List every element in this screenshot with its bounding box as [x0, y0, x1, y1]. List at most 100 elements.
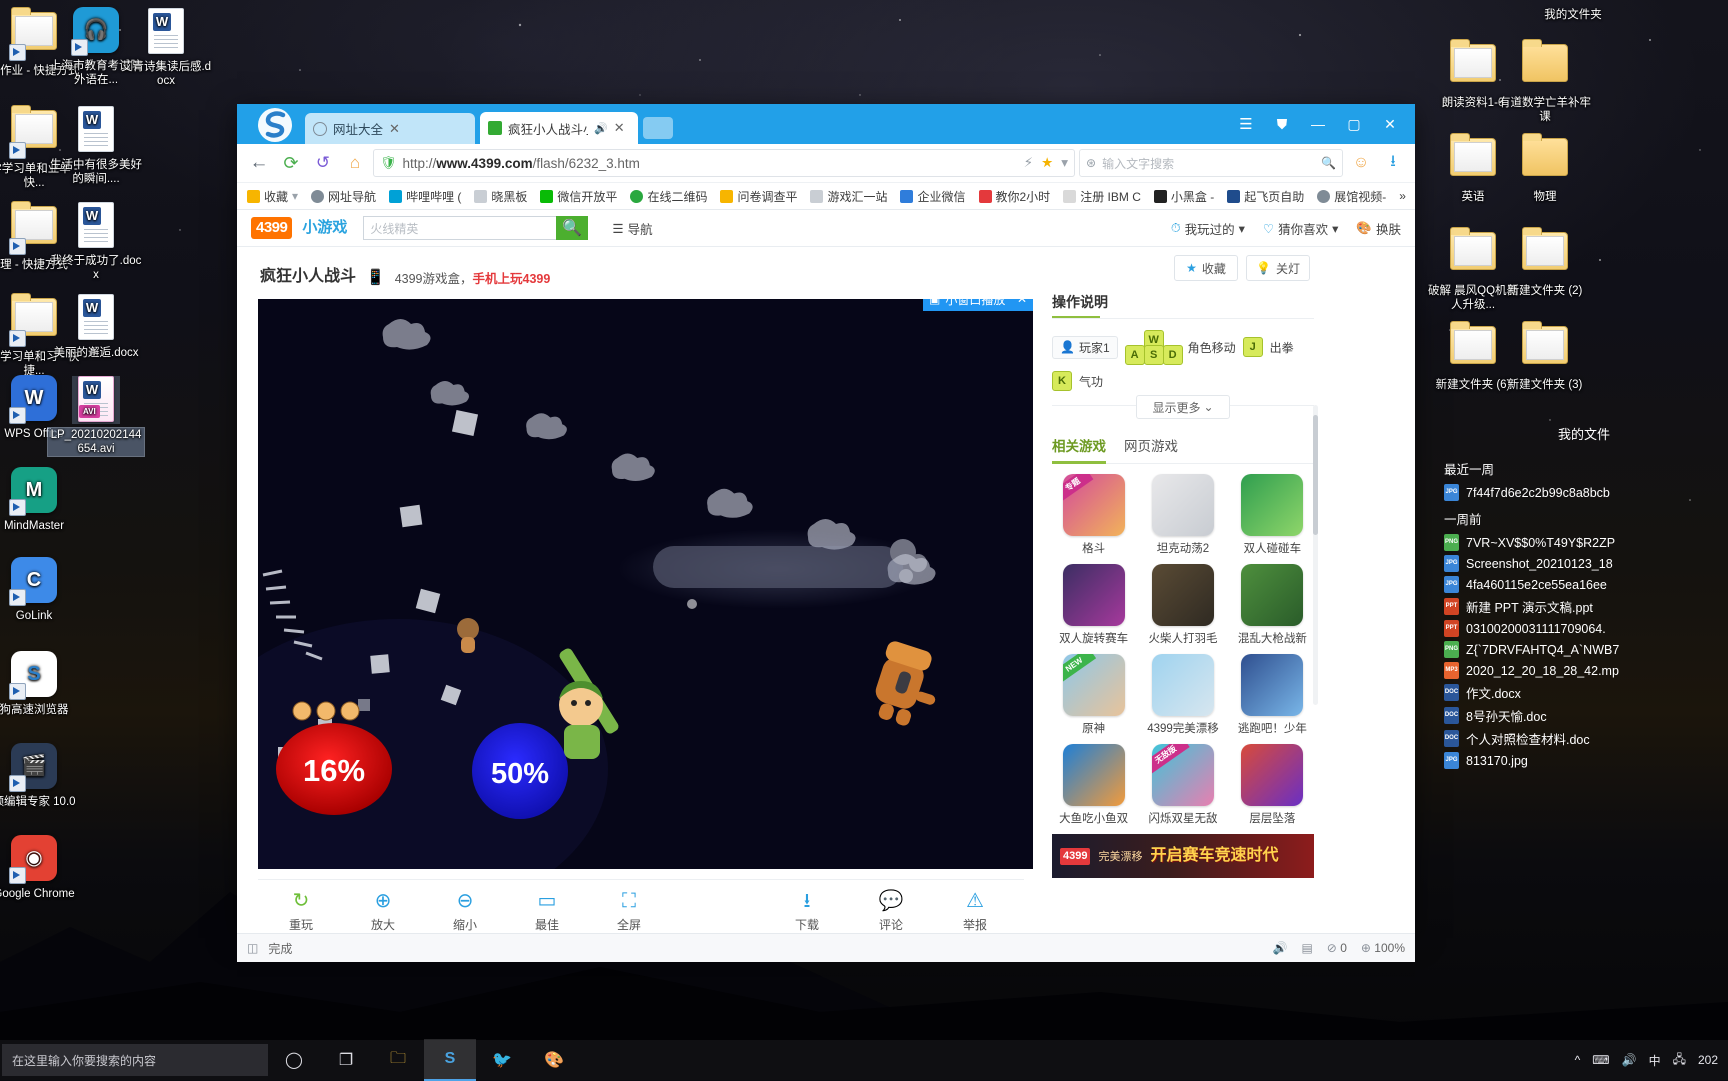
bookmark-item-7[interactable]: 游戏汇一站: [810, 188, 887, 205]
bookmark-item-9[interactable]: 教你2小时: [978, 188, 1050, 205]
bookmark-item-1[interactable]: 网址导航: [311, 188, 376, 205]
desktop-icon-6[interactable]: 我终于成功了.docx: [48, 200, 144, 282]
site-nav-link[interactable]: ☰ 导航: [612, 219, 652, 238]
desktop-icon-10[interactable]: AVILP_20210202144654.avi: [47, 374, 145, 457]
file-row[interactable]: JPG 4fa460115e2ce55ea16ee: [1440, 574, 1728, 595]
file-row[interactable]: DOC 作文.docx: [1440, 681, 1728, 704]
file-row[interactable]: PPT 03100200031111709064.: [1440, 618, 1728, 639]
tool-refresh-icon[interactable]: ↻ 重玩: [280, 889, 322, 933]
tab-close-icon[interactable]: ✕: [614, 120, 625, 136]
site-search-input[interactable]: 火线精英: [363, 216, 557, 240]
file-row[interactable]: PPT 新建 PPT 演示文稿.ppt: [1440, 595, 1728, 618]
browser-search-box[interactable]: ⊛ 输入文字搜索 🔍: [1079, 149, 1343, 177]
network-icon[interactable]: 🖧: [1673, 1050, 1686, 1071]
tool-zoom-in-icon[interactable]: ⊕ 放大: [362, 889, 404, 933]
search-icon[interactable]: 🔍: [1321, 156, 1336, 170]
desktop-icon-4[interactable]: 生活中有很多美好的瞬间....: [48, 104, 144, 186]
file-row[interactable]: JPG 7f44f7d6e2c2b99c8a8bcb: [1440, 482, 1728, 503]
taskview-icon[interactable]: ❐: [320, 1040, 372, 1080]
game-card-9[interactable]: 大鱼吃小鱼双: [1052, 744, 1135, 826]
mute-icon[interactable]: 🔊: [1273, 941, 1288, 955]
bookmark-item-6[interactable]: 问卷调查平: [720, 188, 797, 205]
game-card-6[interactable]: NEW 原神: [1052, 654, 1135, 736]
game-card-4[interactable]: 火柴人打羽毛: [1141, 564, 1224, 646]
file-row[interactable]: DOC 8号孙天愉.doc: [1440, 704, 1728, 727]
skin-shirt-icon[interactable]: ⛊: [1265, 110, 1299, 138]
close-button[interactable]: ✕: [1373, 110, 1407, 138]
bookmark-item-0[interactable]: 收藏 ▾: [247, 188, 298, 205]
tray-expand-icon[interactable]: ^: [1575, 1053, 1581, 1067]
bookmarks-overflow-button[interactable]: »: [1399, 189, 1406, 203]
close-icon[interactable]: ✕: [1017, 299, 1027, 306]
minimize-button[interactable]: —: [1301, 110, 1335, 138]
desktop-icon-2[interactable]: 艾青诗集读后感.docx: [118, 6, 214, 88]
smiley-icon[interactable]: ☺: [1347, 149, 1375, 177]
tool-download-icon[interactable]: ⭳ 下载: [786, 889, 828, 933]
blocked-count[interactable]: ⊘ 0: [1327, 941, 1347, 955]
game-card-11[interactable]: 层层坠落: [1231, 744, 1314, 826]
favorite-button[interactable]: ★ 收藏: [1174, 255, 1238, 281]
file-row[interactable]: PNG Z{`7DRVFAHTQ4_A`NWB7: [1440, 639, 1728, 660]
game-card-3[interactable]: 双人旋转赛车: [1052, 564, 1135, 646]
desktop-icon-15[interactable]: ◉ Google Chrome: [0, 834, 82, 901]
game-card-1[interactable]: 坦克动荡2: [1141, 474, 1224, 556]
menu-icon[interactable]: ☰: [1229, 110, 1263, 138]
bookmark-item-11[interactable]: 小黑盒 -: [1153, 188, 1214, 205]
home-button[interactable]: ⌂: [341, 149, 369, 177]
history-button[interactable]: ↺: [309, 149, 337, 177]
back-button[interactable]: ←: [245, 149, 273, 177]
desktop-icon-13[interactable]: S 狗高速浏览器: [0, 650, 82, 717]
lightning-icon[interactable]: ⚡: [1024, 155, 1033, 171]
bookmark-item-5[interactable]: 在线二维码: [630, 188, 707, 205]
cortana-icon[interactable]: ◯: [268, 1040, 320, 1080]
bird-icon[interactable]: 🐦: [476, 1040, 528, 1080]
played-link[interactable]: ⏱ 我玩过的 ▾: [1171, 219, 1245, 238]
maximize-button[interactable]: ▢: [1337, 110, 1371, 138]
desktop-icon-11[interactable]: M MindMaster: [0, 466, 82, 533]
tab-close-icon[interactable]: ✕: [389, 121, 400, 137]
desktop-icon-14[interactable]: 🎬 频编辑专家 10.0: [0, 742, 82, 809]
show-more-button[interactable]: 显示更多 ⌄: [1136, 395, 1230, 419]
volume-icon[interactable]: 🔊: [1622, 1053, 1637, 1067]
tool-report-icon[interactable]: ⚠ 举报: [954, 889, 996, 933]
sidebar-scrollbar[interactable]: [1313, 405, 1318, 705]
bookmark-item-12[interactable]: 起飞页自助: [1227, 188, 1304, 205]
game-canvas[interactable]: 16% 50%: [258, 299, 1033, 869]
game-card-5[interactable]: 混乱大枪战新: [1231, 564, 1314, 646]
address-bar[interactable]: 🛡 http://www.4399.com/flash/6232_3.htm ⚡…: [373, 149, 1075, 177]
game-card-2[interactable]: 双人碰碰车: [1231, 474, 1314, 556]
reload-button[interactable]: ⟳: [277, 149, 305, 177]
file-row[interactable]: DOC 个人对照检查材料.doc: [1440, 727, 1728, 750]
download-icon[interactable]: ⭳: [1379, 149, 1407, 177]
desktop-icon-12[interactable]: C GoLink: [0, 556, 82, 623]
bookmark-item-10[interactable]: 注册 IBM C: [1063, 188, 1141, 205]
desktop-icon-8[interactable]: 美丽的邂逅.docx: [48, 292, 144, 360]
file-explorer-icon[interactable]: 🗀: [372, 1040, 424, 1080]
skin-link[interactable]: 🎨 换肤: [1356, 219, 1401, 238]
site-search-button[interactable]: 🔍: [556, 216, 589, 240]
sogou-browser-window[interactable]: 网址大全 ✕ 疯狂小人战斗小游戏 🔊 ✕ ☰ ⛊ — ▢ ✕ ← ⟳ ↺ ⌂ 🛡…: [237, 104, 1415, 962]
tool-zoom-out-icon[interactable]: ⊖ 缩小: [444, 889, 486, 933]
game-card-10[interactable]: 无敌版 闪烁双星无敌: [1141, 744, 1224, 826]
zoom-level[interactable]: ⊕ 100%: [1361, 941, 1405, 955]
tool-fullscreen-icon[interactable]: ⛶ 全屏: [608, 889, 650, 933]
recommend-link[interactable]: ♡ 猜你喜欢 ▾: [1263, 219, 1339, 238]
tool-best-size-icon[interactable]: ▭ 最佳: [526, 889, 568, 933]
bookmark-item-8[interactable]: 企业微信: [900, 188, 966, 205]
site-logo-number[interactable]: 4399: [251, 217, 293, 239]
game-card-0[interactable]: 专题 格斗: [1052, 474, 1135, 556]
lights-off-button[interactable]: 💡 关灯: [1246, 255, 1310, 281]
bookmark-item-2[interactable]: 哔哩哔哩 (: [389, 188, 461, 205]
tab-mute-icon[interactable]: 🔊: [594, 122, 608, 135]
taskbar-search-input[interactable]: 在这里输入你要搜索的内容: [2, 1044, 268, 1076]
bookmark-item-3[interactable]: 晓黑板: [474, 188, 527, 205]
sidebar-toggle-icon[interactable]: ◫: [247, 941, 258, 955]
popup-window-button[interactable]: ▣ 小窗口播放 ✕: [923, 299, 1033, 311]
ime-mode-label[interactable]: 中: [1649, 1052, 1661, 1069]
bookmark-item-4[interactable]: 微信开放平: [540, 188, 617, 205]
clipboard-icon[interactable]: ▤: [1301, 941, 1312, 955]
related-tab-0[interactable]: 相关游戏: [1052, 435, 1106, 464]
gamebox-link[interactable]: 手机上玩4399: [473, 272, 551, 286]
clock[interactable]: 202: [1698, 1053, 1718, 1067]
palette-icon[interactable]: 🎨: [528, 1040, 580, 1080]
